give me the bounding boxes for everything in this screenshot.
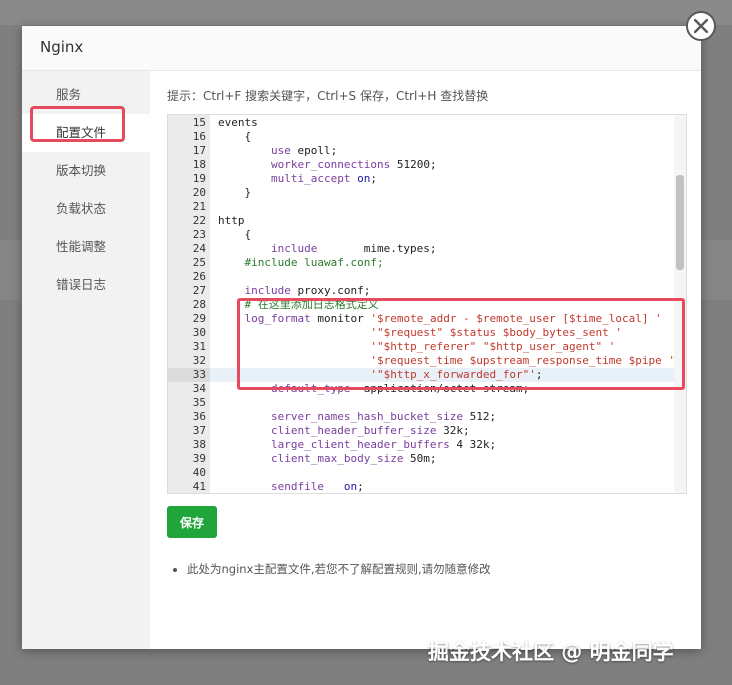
code-line[interactable]: 26 <box>168 270 674 284</box>
bullet-icon <box>173 567 177 572</box>
line-number: 19 <box>192 172 206 185</box>
code-line[interactable]: 18 worker_connections 51200; <box>168 158 674 172</box>
scrollbar-thumb[interactable] <box>676 175 684 270</box>
line-code: client_max_body_size 50m; <box>270 452 437 465</box>
code-line[interactable]: 25 #include luawaf.conf; <box>168 256 674 270</box>
code-line[interactable]: 24 include mime.types; <box>168 242 674 256</box>
highlight-box-sidebar <box>30 106 125 142</box>
dialog-header: Nginx <box>22 26 701 71</box>
code-line[interactable]: 39 client_max_body_size 50m; <box>168 452 674 466</box>
sidebar-item-label: 负载状态 <box>56 201 107 216</box>
shortcut-tip: 提示：Ctrl+F 搜索关键字，Ctrl+S 保存，Ctrl+H 查找替换 <box>167 89 489 103</box>
code-line[interactable]: 27 include proxy.conf; <box>168 284 674 298</box>
line-number: 33 <box>168 368 210 382</box>
line-number: 25 <box>192 256 206 269</box>
line-number: 20 <box>192 186 206 199</box>
sidebar-item-label: 性能调整 <box>56 239 107 254</box>
dialog-title: Nginx <box>40 38 84 56</box>
line-number: 40 <box>192 466 206 479</box>
line-code: client_header_buffer_size 32k; <box>270 424 470 437</box>
line-number: 27 <box>192 284 206 297</box>
line-number: 15 <box>192 116 206 129</box>
line-code: events <box>218 116 258 129</box>
highlight-box-log-format <box>237 298 685 390</box>
line-number: 16 <box>192 130 206 143</box>
line-number: 39 <box>192 452 206 465</box>
line-code: multi_accept on; <box>270 172 377 185</box>
line-number: 30 <box>192 326 206 339</box>
code-line[interactable]: 21 <box>168 200 674 214</box>
code-line[interactable]: 41 sendfile on; <box>168 480 674 493</box>
code-line[interactable]: 35 <box>168 396 674 410</box>
line-code: #include luawaf.conf; <box>218 256 384 269</box>
code-line[interactable]: 37 client_header_buffer_size 32k; <box>168 424 674 438</box>
line-number: 21 <box>192 200 206 213</box>
line-number: 17 <box>192 144 206 157</box>
line-code: large_client_header_buffers 4 32k; <box>270 438 497 451</box>
code-line[interactable]: 40 <box>168 466 674 480</box>
line-number: 24 <box>192 242 206 255</box>
line-number: 31 <box>192 340 206 353</box>
code-line[interactable]: 23 { <box>168 228 674 242</box>
code-line[interactable]: 22 http <box>168 214 674 228</box>
line-number: 23 <box>192 228 206 241</box>
line-code: use epoll; <box>270 144 338 157</box>
code-line[interactable]: 20 } <box>168 186 674 200</box>
line-code: include proxy.conf; <box>244 284 371 297</box>
line-number: 35 <box>192 396 206 409</box>
code-line[interactable]: 38 large_client_header_buffers 4 32k; <box>168 438 674 452</box>
close-button[interactable] <box>686 11 716 41</box>
line-code: worker_connections 51200; <box>270 158 437 171</box>
sidebar-item-label: 错误日志 <box>56 277 107 292</box>
line-number: 26 <box>192 270 206 283</box>
line-number: 18 <box>192 158 206 171</box>
line-number: 32 <box>192 354 206 367</box>
line-number: 38 <box>192 438 206 451</box>
code-line[interactable]: 17 use epoll; <box>168 144 674 158</box>
line-code: server_names_hash_bucket_size 512; <box>270 410 497 423</box>
sidebar-item-error-log[interactable]: 错误日志 <box>22 266 150 304</box>
line-number: 41 <box>192 480 206 493</box>
line-number: 36 <box>192 410 206 423</box>
config-note-text: 此处为nginx主配置文件,若您不了解配置规则,请勿随意修改 <box>187 562 491 576</box>
config-note: 此处为nginx主配置文件,若您不了解配置规则,请勿随意修改 <box>173 561 491 577</box>
config-content: 提示：Ctrl+F 搜索关键字，Ctrl+S 保存，Ctrl+H 查找替换 15… <box>167 71 687 641</box>
line-code: { <box>218 228 252 241</box>
line-number: 22 <box>192 214 206 227</box>
sidebar-item-label: 版本切换 <box>56 163 107 178</box>
dialog-sidebar: 服务 配置文件 版本切换 负载状态 性能调整 错误日志 <box>22 71 150 649</box>
save-button[interactable]: 保存 <box>167 506 217 538</box>
sidebar-item-version-switch[interactable]: 版本切换 <box>22 152 150 190</box>
line-number: 29 <box>192 312 206 325</box>
line-number: 34 <box>192 382 206 395</box>
line-code: } <box>218 186 252 199</box>
code-line[interactable]: 19 multi_accept on; <box>168 172 674 186</box>
code-line[interactable]: 15 events <box>168 116 674 130</box>
close-icon <box>694 19 708 33</box>
nginx-dialog: Nginx 服务 配置文件 版本切换 负载状态 性能调整 错误日志 提示：Ctr… <box>22 26 701 649</box>
line-number: 28 <box>192 298 206 311</box>
sidebar-item-label: 服务 <box>56 87 82 102</box>
code-line[interactable]: 36 server_names_hash_bucket_size 512; <box>168 410 674 424</box>
line-code: { <box>218 130 252 143</box>
code-editor[interactable]: 15 events 16 {17 use epoll; 18 worker_conne… <box>167 114 687 494</box>
watermark: 掘金技术社区 @ 明金同学 <box>428 640 674 664</box>
background-strip <box>0 0 732 25</box>
sidebar-item-performance[interactable]: 性能调整 <box>22 228 150 266</box>
line-code: include mime.types; <box>270 242 437 255</box>
code-line[interactable]: 16 { <box>168 130 674 144</box>
line-code: http <box>218 214 245 227</box>
line-code: sendfile on; <box>270 480 364 493</box>
line-number: 37 <box>192 424 206 437</box>
sidebar-item-load-status[interactable]: 负载状态 <box>22 190 150 228</box>
